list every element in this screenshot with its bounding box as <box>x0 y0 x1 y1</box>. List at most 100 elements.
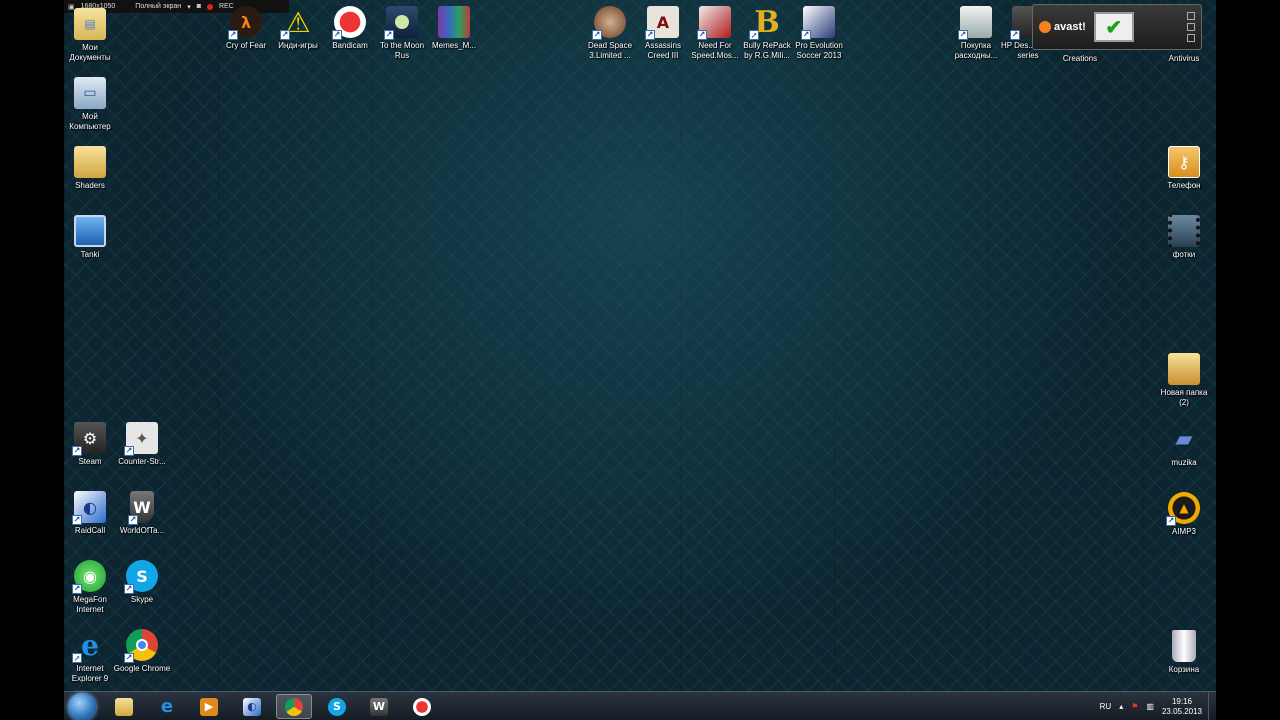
checkmark-icon: ✔ <box>1093 12 1134 42</box>
book-icon: ▰ <box>1175 426 1193 452</box>
taskbar-bandicam[interactable] <box>404 694 440 719</box>
clock[interactable]: 19:16 23.05.2013 <box>1162 697 1202 717</box>
shortcut-arrow-icon: ↗ <box>128 515 138 525</box>
desktop-icon-cry-of-fear[interactable]: λ ↗ Cry of Fear <box>219 6 273 51</box>
desktop-icon-label: Memes_M... <box>431 41 476 50</box>
desktop-icon-memes[interactable]: Memes_M... <box>427 6 481 51</box>
chevron-down-icon[interactable]: ▾ <box>187 3 191 11</box>
desktop-icon-to-the-moon[interactable]: ↗ To the Moon Rus <box>375 6 429 61</box>
desktop-icon-megafon[interactable]: ◉ ↗ MegaFon Internet <box>63 560 117 615</box>
desktop-icon-aimp[interactable]: ▲ ↗ AIMP3 <box>1157 492 1211 537</box>
half-life-icon: λ ↗ <box>228 6 262 40</box>
shortcut-arrow-icon: ↗ <box>332 30 342 40</box>
computer-icon: ▭ <box>74 77 106 109</box>
desktop-icon-world-of-tanks[interactable]: W ↗ WorldOfTa... <box>115 491 169 536</box>
desktop-icon-label: Assassins Creed III <box>644 41 681 60</box>
desktop-icon-creations-label[interactable]: Creations <box>1051 54 1109 64</box>
megafon-icon: ◉ ↗ <box>72 560 106 594</box>
desktop-icon-label: MegaFon Internet <box>73 595 107 614</box>
pes-icon: ↗ <box>801 6 835 40</box>
taskbar: e ▶ ◐ S W RU ▴ ⚑ ▥ 19:16 23.05.2013 <box>64 691 1216 720</box>
system-tray: RU ▴ ⚑ ▥ 19:16 23.05.2013 <box>1100 692 1216 720</box>
winrar-archive-icon <box>438 6 470 38</box>
clock-time: 19:16 <box>1171 696 1192 706</box>
desktop-icon-tanki[interactable]: Tanki <box>63 215 117 260</box>
desktop-icon-new-folder[interactable]: Новая папка (2) <box>1157 353 1211 408</box>
recorder-mode[interactable]: Полный экран <box>135 3 181 10</box>
taskbar-skype[interactable]: S <box>319 694 355 719</box>
assassins-creed-icon: A ↗ <box>645 6 679 40</box>
record-icon[interactable] <box>206 3 213 10</box>
desktop-icon-label: muzika <box>1171 458 1197 467</box>
desktop-icon-label: Pro Evolution Soccer 2013 <box>795 41 843 60</box>
avast-logo-icon <box>1039 21 1051 34</box>
desktop-icon-muzika[interactable]: ▰ muzika <box>1157 423 1211 468</box>
close-icon[interactable] <box>1187 12 1195 20</box>
shortcut-arrow-icon: ↗ <box>384 30 394 40</box>
desktop-icon-bully[interactable]: B ↗ Bully RePack by R.G.Mili... <box>740 4 794 61</box>
desktop-icon-pokupka[interactable]: ↗ Покупка расходны... <box>949 6 1003 61</box>
shortcut-arrow-icon: ↗ <box>592 30 602 40</box>
taskbar-media-player[interactable]: ▶ <box>191 694 227 719</box>
desktop-icon-label: Steam <box>78 457 102 466</box>
folder-icon <box>115 697 133 716</box>
desktop-icon-bandicam[interactable]: ↗ Bandicam <box>323 6 377 51</box>
desktop-icon-assassins-creed[interactable]: A ↗ Assassins Creed III <box>636 6 690 61</box>
desktop-icon-raidcall[interactable]: ◐ ↗ RaidCall <box>63 491 117 536</box>
drag-handle-icon[interactable] <box>1187 34 1195 42</box>
chevron-up-icon[interactable]: ▴ <box>1119 702 1123 711</box>
taskbar-explorer[interactable] <box>106 694 142 719</box>
show-desktop-button[interactable] <box>1208 692 1216 720</box>
desktop-icon-indie-games[interactable]: ⚠ ↗ Инди-игры <box>271 6 325 51</box>
desktop-icon-label: Мой Компьютер <box>69 112 111 131</box>
desktop-icon-shaders[interactable]: Shaders <box>63 146 117 191</box>
desktop-icon-pes[interactable]: ↗ Pro Evolution Soccer 2013 <box>792 6 846 61</box>
desktop-icon-label: Tanki <box>80 250 100 259</box>
bandicam-icon <box>413 697 431 716</box>
desktop-icon-label: Bandicam <box>332 41 368 50</box>
shortcut-arrow-icon: ↗ <box>645 30 655 40</box>
desktop-icon-dead-space[interactable]: ↗ Dead Space 3.Limited ... <box>583 6 637 61</box>
network-icon[interactable]: ▥ <box>1146 702 1154 711</box>
taskbar-chrome[interactable] <box>276 694 312 719</box>
shortcut-arrow-icon: ↗ <box>72 446 82 456</box>
language-indicator[interactable]: RU <box>1100 702 1112 711</box>
avast-gadget[interactable]: avast! ✔ <box>1032 4 1202 50</box>
taskbar-world-of-tanks[interactable]: W <box>361 694 397 719</box>
resize-icon[interactable] <box>1187 23 1195 31</box>
gadget-controls <box>1187 12 1195 42</box>
desktop-icon-my-documents[interactable]: ▤ Мои Документы <box>63 8 117 63</box>
bully-icon: B ↗ <box>749 4 780 40</box>
taskbar-raidcall[interactable]: ◐ <box>234 694 270 719</box>
raidcall-icon: ◐ <box>243 697 261 716</box>
recycle-bin-icon <box>1172 630 1196 662</box>
chrome-icon <box>285 697 303 716</box>
camera-icon[interactable]: ◙ <box>197 3 201 10</box>
desktop-icon-label: AIMP3 <box>1171 527 1196 536</box>
action-center-flag-icon[interactable]: ⚑ <box>1131 702 1138 711</box>
key-icon: ⚷ <box>1168 146 1200 178</box>
desktop-icon-recycle-bin[interactable]: Корзина <box>1157 630 1211 675</box>
film-folder-icon <box>1168 215 1200 247</box>
desktop-icon-my-computer[interactable]: ▭ Мой Компьютер <box>63 77 117 132</box>
clock-date: 23.05.2013 <box>1161 706 1202 716</box>
desktop-icon-need-for-speed[interactable]: ↗ Need For Speed.Mos... <box>688 6 742 61</box>
desktop-icon-chrome[interactable]: ↗ Google Chrome <box>114 629 170 674</box>
desktop-icon-label: Dead Space 3.Limited ... <box>587 41 633 60</box>
shortcut-arrow-icon: ↗ <box>124 653 134 663</box>
desktop-icon-label: Cry of Fear <box>225 41 266 50</box>
desktop-icon-fotki[interactable]: фотки <box>1157 215 1211 260</box>
desktop-icon-antivirus-label[interactable]: Antivirus <box>1155 54 1213 64</box>
desktop-icon-counter-strike[interactable]: ✦ ↗ Counter-Str... <box>115 422 169 467</box>
desktop-icon-ie[interactable]: e ↗ Internet Explorer 9 <box>63 629 117 684</box>
desktop-icon-steam[interactable]: ⚙ ↗ Steam <box>63 422 117 467</box>
internet-explorer-icon: e <box>160 696 174 717</box>
start-button[interactable] <box>68 693 96 720</box>
desktop-icon-telefon[interactable]: ⚷ Телефон <box>1157 146 1211 191</box>
wot-shield-icon: W ↗ <box>128 491 154 525</box>
shortcut-arrow-icon: ↗ <box>1166 516 1176 526</box>
desktop-icon-label: Новая папка (2) <box>1160 388 1208 407</box>
desktop-icon-skype[interactable]: S ↗ Skype <box>115 560 169 605</box>
taskbar-ie[interactable]: e <box>149 694 185 719</box>
desktop[interactable] <box>64 0 1216 720</box>
